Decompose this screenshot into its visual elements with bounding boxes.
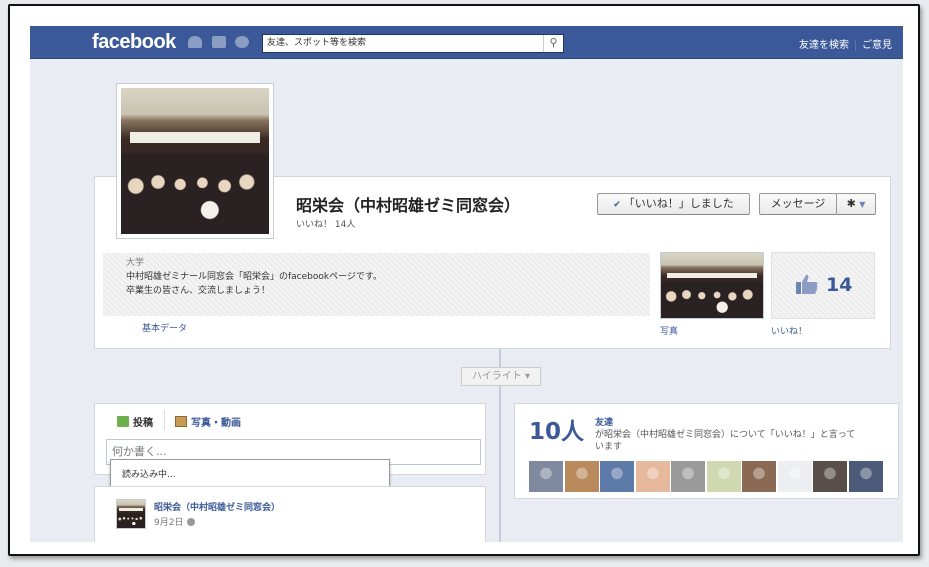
post-date-text[interactable]: 9月2日 (154, 518, 183, 528)
chevron-down-icon: ▼ (859, 200, 866, 209)
friend-avatar[interactable] (635, 461, 670, 492)
group-photo (121, 88, 269, 234)
likes-box-label[interactable]: いいね！ (771, 324, 807, 337)
post-card (94, 486, 486, 542)
top-bar: facebook 友達、スポット等を検索 ⚲ 友達を検索 ご意見 (30, 26, 903, 59)
profile-picture[interactable] (116, 83, 274, 239)
friend-avatar[interactable] (706, 461, 741, 492)
friends-description-line1: が昭栄会（中村昭雄ゼミ同窓会）について「いいね！」と言って (595, 430, 856, 440)
friend-avatar[interactable] (848, 461, 883, 492)
search-placeholder: 友達、スポット等を検索 (267, 38, 367, 48)
gear-icon: ✱ (846, 197, 856, 210)
friend-avatar[interactable] (671, 461, 705, 492)
feedback-link[interactable]: ご意見 (855, 40, 892, 51)
tab-photo-label: 写真・動画 (191, 418, 241, 429)
tab-divider (164, 410, 165, 430)
photo-icon (175, 416, 187, 427)
facebook-page: facebook 友達、スポット等を検索 ⚲ 友達を検索 ご意見 昭栄会（中村昭雄… (30, 26, 903, 542)
friend-avatar[interactable] (742, 461, 776, 492)
post-author[interactable]: 昭栄会（中村昭雄ゼミ同窓会） (154, 500, 280, 513)
friend-avatar[interactable] (529, 461, 563, 492)
post-date: 9月2日 (154, 515, 196, 528)
friend-avatar[interactable] (813, 461, 847, 492)
friends-description-line2: います (595, 442, 623, 452)
friend-avatar[interactable] (777, 461, 812, 492)
search-input[interactable]: 友達、スポット等を検索 ⚲ (262, 34, 564, 53)
friend-avatars (529, 461, 884, 492)
post-avatar-image (117, 500, 145, 528)
post-icon (117, 416, 129, 427)
friends-count: 10人 (529, 419, 585, 445)
find-friends-link[interactable]: 友達を検索 (799, 40, 849, 51)
tab-post[interactable]: 投稿 (117, 414, 153, 429)
likes-summary: いいね！ 14人 (296, 220, 356, 230)
friend-avatar[interactable] (564, 461, 599, 492)
tab-photo-video[interactable]: 写真・動画 (175, 414, 241, 429)
screenshot-frame: facebook 友達、スポット等を検索 ⚲ 友達を検索 ご意見 昭栄会（中村昭雄… (8, 4, 920, 556)
tab-post-label: 投稿 (133, 418, 153, 429)
basic-data-link[interactable]: 基本データ (142, 321, 187, 334)
globe-icon (187, 518, 196, 526)
about-text-line2: 卒業生の皆さん、交流しましょう！ (126, 286, 271, 296)
facebook-logo[interactable]: facebook (92, 31, 176, 54)
message-button[interactable]: メッセージ (759, 193, 837, 215)
messages-icon[interactable] (212, 36, 226, 48)
category-label: 大学 (126, 258, 145, 268)
notifications-icon[interactable] (235, 36, 249, 48)
likes-box[interactable] (771, 252, 875, 319)
friend-requests-icon[interactable] (188, 36, 202, 48)
check-icon: ✔ (613, 200, 621, 210)
photos-box-thumbnail[interactable] (660, 252, 764, 319)
photos-thumbnail-image (661, 253, 763, 318)
settings-button[interactable]: ✱ ▼ (836, 193, 876, 215)
liked-label: 「いいね！」しました (623, 197, 734, 210)
likes-count: 14 (826, 274, 853, 296)
liked-button[interactable]: ✔ 「いいね！」しました (597, 193, 750, 215)
about-text-line1: 中村昭雄ゼミナール同窓会「昭栄会」のfacebookページです。 (126, 272, 383, 282)
post-avatar[interactable] (116, 499, 146, 529)
top-links: 友達を検索 ご意見 (799, 36, 892, 51)
photos-box-label[interactable]: 写真 (660, 324, 678, 337)
highlight-dropdown[interactable]: ハイライト ▾ (461, 367, 541, 386)
page-title[interactable]: 昭栄会（中村昭雄ゼミ同窓会） (296, 192, 520, 216)
search-icon[interactable]: ⚲ (543, 35, 563, 52)
friend-avatar[interactable] (600, 461, 634, 492)
thumbs-up-icon (796, 274, 818, 294)
